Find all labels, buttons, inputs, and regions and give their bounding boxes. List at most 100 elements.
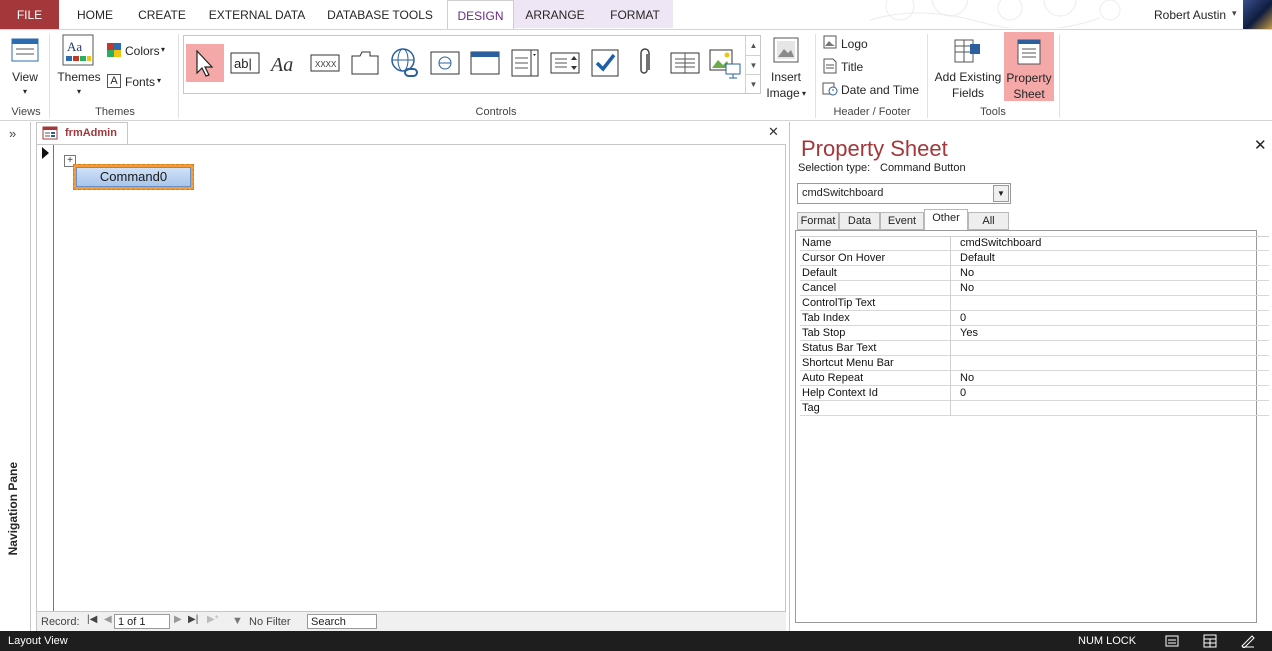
fonts-icon[interactable]: A (107, 74, 121, 88)
next-record-icon[interactable]: ▶ (174, 614, 182, 625)
gallery-more-icon[interactable]: ▼ (745, 74, 761, 93)
check-box-control-icon[interactable] (586, 44, 624, 82)
logo-icon[interactable] (823, 35, 837, 49)
tab-home[interactable]: HOME (66, 0, 124, 29)
colors-button[interactable]: Colors (125, 44, 160, 58)
property-value[interactable]: No (960, 267, 974, 279)
property-row[interactable]: Help Context Id 0 (800, 386, 1269, 401)
user-menu-chevron-icon[interactable]: ▾ (1232, 8, 1237, 19)
tab-format-props[interactable]: Format (797, 212, 839, 230)
themes-icon[interactable]: Aa (62, 34, 94, 66)
tab-format[interactable]: FORMAT (600, 0, 670, 29)
property-value[interactable]: No (960, 282, 974, 294)
list-box-control-icon[interactable] (546, 44, 584, 82)
record-selector[interactable] (36, 145, 54, 611)
property-row[interactable]: Tag (800, 401, 1269, 416)
themes-dropdown-chevron-icon[interactable]: ▾ (56, 84, 102, 99)
label-control-icon[interactable]: Aa (266, 44, 304, 82)
property-row[interactable]: Cancel No (800, 281, 1269, 296)
tab-other-props[interactable]: Other (924, 209, 968, 230)
property-value[interactable]: Default (960, 252, 995, 264)
date-time-button[interactable]: Date and Time (841, 83, 919, 97)
property-row[interactable]: ControlTip Text (800, 296, 1269, 311)
view-icon[interactable] (10, 36, 40, 66)
themes-button[interactable]: Themes (56, 70, 102, 85)
form-layout-area[interactable] (36, 145, 786, 611)
navigation-pane[interactable]: » Navigation Pane (0, 122, 31, 631)
image-control-icon[interactable] (706, 44, 744, 82)
tab-external-data[interactable]: EXTERNAL DATA (202, 0, 312, 29)
tab-create[interactable]: CREATE (132, 0, 192, 29)
view-button[interactable]: View (6, 70, 44, 85)
logo-button[interactable]: Logo (841, 37, 868, 51)
search-input[interactable] (307, 614, 377, 629)
add-existing-fields-icon[interactable] (954, 38, 982, 64)
tab-arrange[interactable]: ARRANGE (522, 0, 588, 29)
property-row[interactable]: Auto Repeat No (800, 371, 1269, 386)
attachment-control-icon[interactable] (626, 44, 664, 82)
colors-dropdown-chevron-icon[interactable]: ▾ (161, 45, 165, 54)
expand-nav-pane-icon[interactable]: » (9, 126, 16, 141)
select-pointer-icon[interactable] (186, 44, 224, 82)
property-row[interactable]: Default No (800, 266, 1269, 281)
tab-design[interactable]: DESIGN (447, 0, 514, 29)
view-dropdown-chevron-icon[interactable]: ▾ (6, 84, 44, 99)
property-value[interactable]: cmdSwitchboard (960, 237, 1041, 249)
property-row[interactable]: Tab Index 0 (800, 311, 1269, 326)
fonts-button[interactable]: Fonts (125, 75, 155, 89)
title-icon[interactable] (823, 58, 837, 74)
button-control-icon[interactable]: XXXX (306, 44, 344, 82)
add-existing-fields-button[interactable]: Add Existing (933, 70, 1003, 85)
new-record-icon[interactable]: ▶* (207, 614, 219, 625)
insert-image-button[interactable]: Insert (762, 70, 810, 85)
insert-image-chevron-icon[interactable]: ▾ (802, 89, 806, 98)
filter-icon[interactable]: ▼ (232, 615, 243, 627)
insert-image-label-line2[interactable]: Image (762, 86, 804, 101)
tab-file[interactable]: FILE (0, 0, 59, 29)
insert-image-icon[interactable] (772, 36, 800, 64)
tab-all-props[interactable]: All (968, 212, 1009, 230)
property-row[interactable]: Status Bar Text (800, 341, 1269, 356)
text-box-control-icon[interactable]: ab| (226, 44, 264, 82)
last-record-icon[interactable]: ▶| (188, 614, 198, 625)
tab-data-props[interactable]: Data (839, 212, 880, 230)
form-view-icon[interactable] (1164, 634, 1180, 648)
tab-control-icon[interactable] (346, 44, 384, 82)
property-value[interactable]: Yes (960, 327, 978, 339)
property-row[interactable]: Tab Stop Yes (800, 326, 1269, 341)
navigation-pane-label[interactable]: Navigation Pane (6, 462, 26, 555)
command-button-selection[interactable]: Command0 (73, 164, 194, 190)
layout-view-icon[interactable] (1202, 634, 1218, 648)
option-group-control-icon[interactable] (666, 44, 704, 82)
object-selector-dropdown[interactable]: cmdSwitchboard ▼ (797, 183, 1011, 204)
command-button[interactable]: Command0 (76, 167, 191, 187)
previous-record-icon[interactable]: ◀ (104, 614, 112, 625)
gallery-scroll-down-icon[interactable]: ▼ (745, 55, 761, 74)
property-row[interactable]: Shortcut Menu Bar (800, 356, 1269, 371)
property-row[interactable]: Cursor On Hover Default (800, 251, 1269, 266)
gallery-scroll-up-icon[interactable]: ▲ (745, 36, 761, 55)
document-tab[interactable]: frmAdmin (36, 122, 128, 144)
fonts-dropdown-chevron-icon[interactable]: ▾ (157, 76, 161, 85)
property-sheet-button[interactable]: Property Sheet (1004, 32, 1054, 101)
tab-event-props[interactable]: Event (880, 212, 924, 230)
close-document-icon[interactable]: ✕ (768, 124, 779, 140)
dropdown-arrow-icon[interactable]: ▼ (993, 185, 1009, 202)
first-record-icon[interactable]: |◀ (87, 614, 97, 625)
navigation-control-icon[interactable] (466, 44, 504, 82)
design-view-icon[interactable] (1240, 634, 1256, 648)
property-value[interactable]: 0 (960, 387, 966, 399)
title-button[interactable]: Title (841, 60, 863, 74)
user-avatar[interactable] (1243, 0, 1272, 29)
property-value[interactable]: 0 (960, 312, 966, 324)
add-existing-fields-label-line2[interactable]: Fields (933, 86, 1003, 101)
close-property-sheet-icon[interactable]: ✕ (1254, 136, 1267, 154)
current-record-field[interactable] (114, 614, 170, 629)
user-name[interactable]: Robert Austin (1154, 8, 1226, 22)
hyperlink-control-icon[interactable] (386, 44, 424, 82)
web-browser-control-icon[interactable] (426, 44, 464, 82)
date-time-icon[interactable] (822, 81, 838, 96)
property-value[interactable]: No (960, 372, 974, 384)
tab-database-tools[interactable]: DATABASE TOOLS (322, 0, 438, 29)
combo-box-control-icon[interactable] (506, 44, 544, 82)
